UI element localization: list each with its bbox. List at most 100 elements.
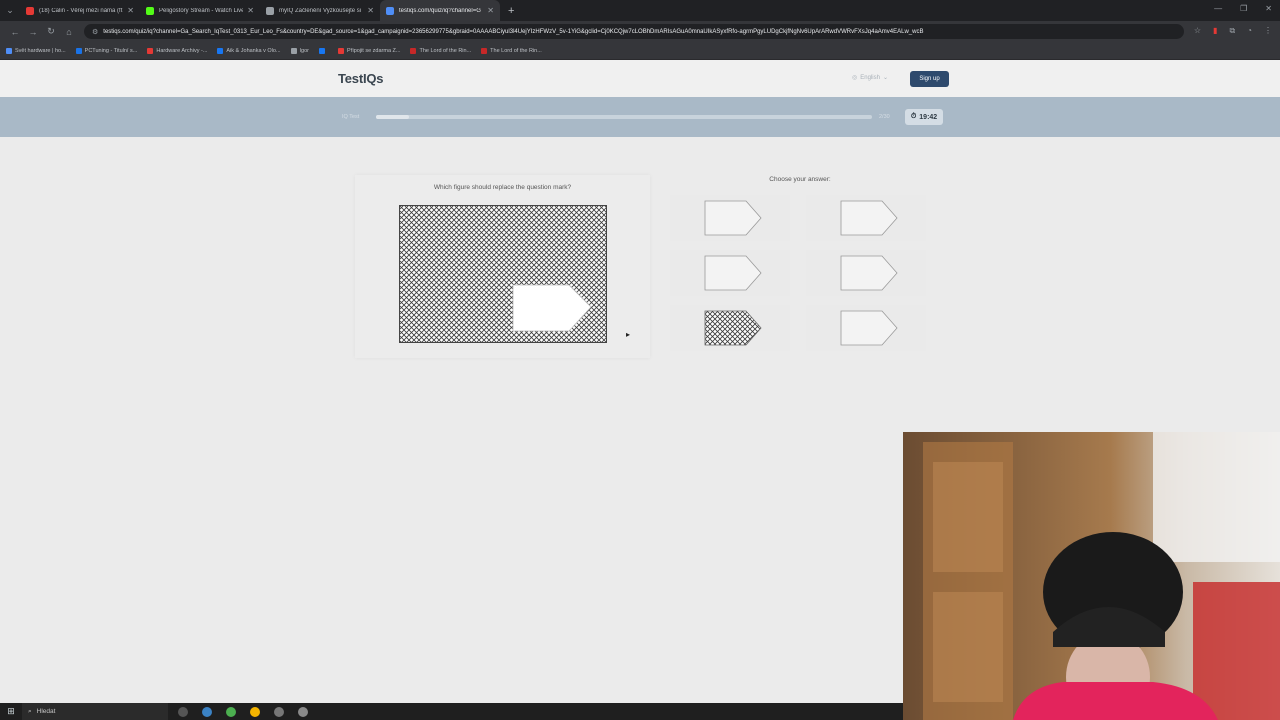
bookmark-item[interactable]: Aik & Johanka v Olo...: [217, 47, 281, 54]
tab-close-icon[interactable]: ✕: [487, 6, 494, 15]
browser-tab[interactable]: testiqs.com/quiz/iq?channel=G ✕: [380, 0, 500, 21]
extension-icon[interactable]: ▮: [1213, 26, 1217, 36]
mouse-cursor-icon: ▸: [626, 330, 631, 339]
answer-option-1[interactable]: [670, 195, 790, 241]
bookmark-favicon-icon: [410, 47, 417, 54]
tab-favicon-icon: [26, 6, 34, 15]
bookmark-item[interactable]: The Lord of the Rin...: [410, 47, 472, 54]
bookmark-favicon-icon: [147, 47, 154, 54]
browser-tab[interactable]: Peligostory Stream - Watch Live ✕: [140, 0, 260, 21]
bookmark-item[interactable]: Připojit se zdarma Z...: [337, 47, 401, 54]
tab-close-icon[interactable]: ✕: [247, 6, 254, 15]
answer-option-6[interactable]: [806, 305, 926, 351]
explorer-icon[interactable]: [274, 706, 284, 717]
bookmark-label: Svět hardware | ho...: [15, 47, 66, 54]
bookmark-favicon-icon: [290, 47, 297, 54]
tab-close-icon[interactable]: ✕: [367, 6, 374, 15]
minimize-icon[interactable]: —: [1214, 4, 1222, 13]
back-icon[interactable]: ←: [6, 27, 24, 37]
taskbar-search-label: Hledat: [36, 708, 56, 715]
app-icon[interactable]: [298, 706, 308, 717]
bookmark-label: Připojit se zdarma Z...: [346, 47, 401, 54]
bookmark-label: The Lord of the Rin...: [490, 47, 542, 54]
answer-option-4[interactable]: [806, 250, 926, 296]
bookmarks-bar: Svět hardware | ho... PCTuning - Titulní …: [0, 42, 1280, 60]
tab-favicon-icon: [266, 6, 274, 15]
maximize-icon[interactable]: ❐: [1240, 4, 1247, 13]
answer-panel: Choose your answer:: [668, 169, 932, 351]
language-selector[interactable]: ◎ English ⌄: [852, 74, 888, 82]
progress-fill: [376, 115, 410, 119]
tab-close-icon[interactable]: ✕: [127, 6, 134, 15]
bookmark-favicon-icon: [75, 47, 82, 54]
address-bar[interactable]: ⚙ testiqs.com/quiz/iq?channel=Ga_Search_…: [84, 24, 1184, 39]
answers-title: Choose your answer:: [769, 176, 831, 183]
webcam-scene: [923, 432, 1280, 720]
windows-start-icon[interactable]: ⊞: [0, 706, 22, 717]
window-controls: — ❐ ✕: [1214, 4, 1272, 13]
taskview-icon[interactable]: [178, 706, 188, 717]
bookmark-item[interactable]: Svět hardware | ho...: [6, 47, 66, 54]
profile-icon[interactable]: ◔: [1247, 26, 1252, 36]
taskbar-search[interactable]: ⌕ Hledat: [22, 703, 168, 720]
bookmark-favicon-icon: [217, 47, 224, 54]
xbox-icon[interactable]: [226, 706, 236, 717]
reload-icon[interactable]: ↻: [42, 26, 60, 37]
site-header: TestIQs ◎ English ⌄ Sign up: [0, 60, 1280, 97]
answer-option-2[interactable]: [806, 195, 926, 241]
question-prompt: Which figure should replace the question…: [433, 184, 572, 191]
bookmark-item[interactable]: [318, 47, 328, 54]
progress-band: IQ Test 2/30 ⏱ 19:42: [0, 97, 1280, 137]
toolbar-right: ☆ ▮ ⧉ ◔ ⋮: [1194, 26, 1272, 36]
browser-tab-bar: ⌄ (18) Calin - Věrej mezi náma (ft ✕ Pelig…: [0, 0, 1280, 21]
search-icon: ⌕: [28, 707, 32, 715]
tab-title: myIQ Začlenění Vyzkoušejte si: [279, 7, 362, 14]
bookmark-label: The Lord of the Rin...: [419, 47, 472, 54]
bookmark-favicon-icon: [6, 47, 12, 54]
question-card: Which figure should replace the question…: [355, 175, 650, 358]
timer-badge: ⏱ 19:42: [905, 109, 943, 125]
webcam-overlay: [903, 432, 1280, 720]
tab-title: Peligostory Stream - Watch Live: [159, 7, 244, 14]
close-window-icon[interactable]: ✕: [1265, 4, 1272, 13]
bookmark-favicon-icon: [337, 47, 344, 54]
url-text: testiqs.com/quiz/iq?channel=Ga_Search_Iq…: [103, 28, 924, 35]
bookmark-star-icon[interactable]: ☆: [1194, 26, 1201, 36]
answer-shape: [840, 310, 898, 346]
progress-count: 2/30: [879, 114, 890, 120]
bookmark-item[interactable]: Hardware Archivy -...: [147, 47, 208, 54]
bookmark-item[interactable]: Igor: [290, 47, 309, 54]
answer-shape: [840, 255, 898, 291]
site-logo[interactable]: TestIQs: [338, 71, 384, 86]
new-tab-button[interactable]: +: [508, 5, 514, 17]
menu-icon[interactable]: ⋮: [1264, 26, 1272, 36]
tab-favicon-icon: [146, 6, 154, 15]
bookmark-favicon-icon: [481, 47, 488, 54]
answer-option-3[interactable]: [670, 250, 790, 296]
bookmark-label: PCTuning - Titulní s...: [84, 47, 138, 54]
browser-tab[interactable]: myIQ Začlenění Vyzkoušejte si ✕: [260, 0, 380, 21]
tab-title: testiqs.com/quiz/iq?channel=G: [399, 7, 481, 14]
browser-tab[interactable]: (18) Calin - Věrej mezi náma (ft ✕: [20, 0, 140, 21]
edge-icon[interactable]: [202, 706, 212, 717]
bookmark-favicon-icon: [318, 47, 325, 54]
site-info-icon[interactable]: ⚙: [92, 28, 98, 36]
answer-shape: [840, 200, 898, 236]
tab-search-icon[interactable]: ⌄: [0, 5, 20, 16]
extensions-icon[interactable]: ⧉: [1229, 26, 1235, 36]
progress-label: IQ Test: [342, 114, 360, 120]
chrome-icon[interactable]: [250, 706, 260, 717]
globe-icon: ◎: [852, 75, 858, 81]
home-icon[interactable]: ⌂: [60, 27, 78, 37]
browser-nav-bar: ← → ↻ ⌂ ⚙ testiqs.com/quiz/iq?channel=Ga…: [0, 21, 1280, 42]
bookmark-label: Hardware Archivy -...: [156, 47, 208, 54]
bookmark-item[interactable]: The Lord of the Rin...: [481, 47, 542, 54]
forward-icon[interactable]: →: [24, 27, 42, 37]
answer-shape: [704, 200, 762, 236]
bookmark-item[interactable]: PCTuning - Titulní s...: [75, 47, 138, 54]
bookmark-label: Igor: [299, 47, 309, 54]
signup-button[interactable]: Sign up: [910, 71, 949, 87]
tab-favicon-icon: [386, 6, 394, 15]
answer-shape: [704, 310, 762, 346]
answer-option-5[interactable]: [670, 305, 790, 351]
